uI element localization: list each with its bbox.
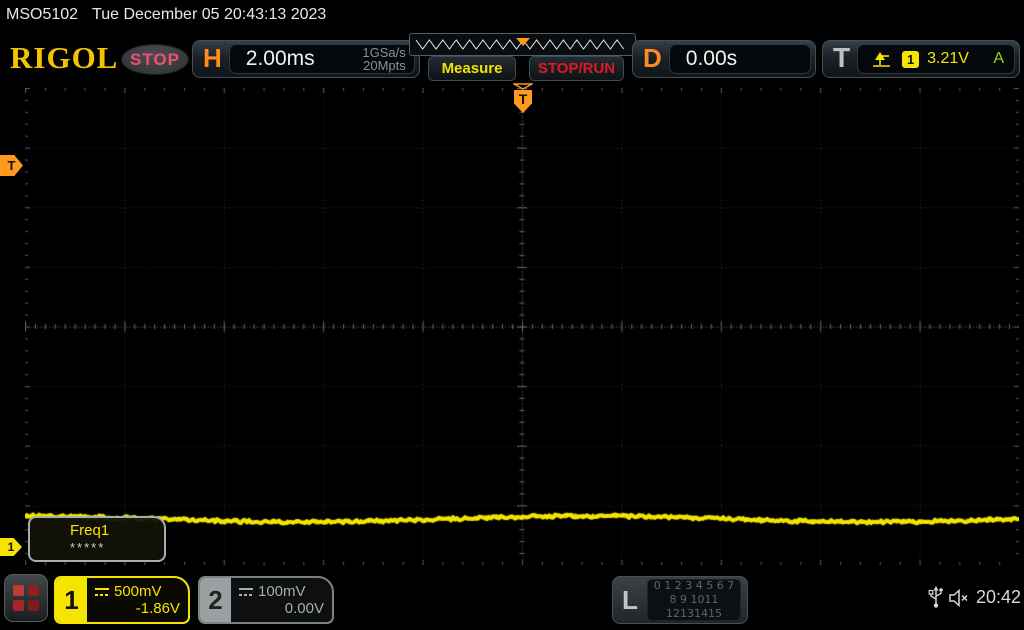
datetime-text: Tue December 05 20:43:13 2023 bbox=[92, 6, 327, 23]
channel1-offset: -1.86V bbox=[135, 600, 180, 617]
logic-label: L bbox=[622, 584, 638, 615]
measurement-item[interactable]: Freq1 ***** bbox=[28, 516, 166, 562]
menu-grid-icon bbox=[13, 600, 24, 611]
run-state-badge: STOP bbox=[121, 44, 189, 75]
menu-button[interactable] bbox=[4, 574, 48, 622]
trigger-level-value: 3.21V bbox=[927, 50, 969, 67]
channel1-tab[interactable]: 1 500mV -1.86V bbox=[54, 576, 190, 624]
rigol-logo: RIGOL bbox=[10, 40, 119, 75]
trigger-box[interactable]: T 1 3.21V A bbox=[822, 40, 1020, 78]
trigger-source-badge: 1 bbox=[902, 50, 920, 68]
channel2-values: 100mV 0.00V bbox=[231, 578, 332, 622]
logic-channels-tab[interactable]: L 0 1 2 3 4 5 6 7 8 9 1011 12131415 bbox=[612, 576, 748, 624]
stop-run-button[interactable]: STOP/RUN bbox=[529, 56, 624, 81]
memory-overview-strip[interactable] bbox=[409, 33, 636, 56]
timebase-box[interactable]: H 2.00ms 1GSa/s 20Mpts bbox=[192, 40, 420, 78]
memory-depth: 20Mpts bbox=[363, 58, 406, 73]
measure-button[interactable]: Measure bbox=[428, 56, 516, 81]
channel2-number: 2 bbox=[200, 578, 231, 622]
measurement-value: ***** bbox=[70, 540, 106, 555]
timebase-value: 2.00ms bbox=[245, 47, 315, 70]
trigger-mode-indicator: A bbox=[993, 50, 1004, 67]
model-name: MSO5102 bbox=[6, 6, 79, 23]
oscilloscope-screen: MSO5102 Tue December 05 20:43:13 2023 RI… bbox=[0, 0, 1024, 630]
clock-text: 20:42 bbox=[976, 587, 1022, 607]
logic-channel-list: 0 1 2 3 4 5 6 7 8 9 1011 12131415 bbox=[647, 579, 741, 621]
logic-row-1: 0 1 2 3 4 5 6 7 bbox=[653, 579, 735, 592]
delay-letter: D bbox=[643, 42, 662, 73]
titlebar: MSO5102 Tue December 05 20:43:13 2023 bbox=[0, 0, 1024, 30]
dc-coupling-icon bbox=[95, 587, 109, 596]
memory-window-marker bbox=[516, 38, 530, 46]
measurement-name: Freq1 bbox=[70, 522, 110, 539]
run-state-label: STOP bbox=[130, 49, 180, 69]
channel1-values: 500mV -1.86V bbox=[87, 578, 188, 622]
acquisition-info: 1GSa/s 20Mpts bbox=[362, 46, 413, 72]
timebase-letter: H bbox=[203, 42, 222, 73]
dc-coupling-icon bbox=[239, 587, 253, 596]
trigger-position-marker[interactable]: T bbox=[513, 83, 533, 113]
menu-grid-icon bbox=[28, 585, 39, 596]
timebase-inner: 2.00ms 1GSa/s 20Mpts bbox=[228, 44, 415, 74]
waveform-display-area[interactable] bbox=[25, 88, 1019, 565]
channel1-number: 1 bbox=[56, 578, 87, 622]
graticule-canvas bbox=[25, 88, 1019, 565]
trigger-position-flag: T bbox=[514, 90, 532, 113]
delay-inner: 0.00s bbox=[668, 44, 811, 74]
channel1-position-marker[interactable]: 1 bbox=[0, 538, 22, 556]
trigger-inner: 1 3.21V A bbox=[857, 44, 1015, 74]
menu-grid-icon bbox=[28, 600, 39, 611]
delay-box[interactable]: D 0.00s bbox=[632, 40, 816, 78]
stop-run-button-label: STOP/RUN bbox=[537, 60, 616, 77]
menu-grid-icon bbox=[13, 585, 24, 596]
usb-icon bbox=[928, 586, 943, 608]
rising-edge-icon bbox=[873, 51, 891, 67]
measure-button-label: Measure bbox=[441, 60, 503, 77]
logic-row-2: 8 9 1011 12131415 bbox=[666, 593, 722, 620]
channel1-scale: 500mV bbox=[114, 583, 162, 600]
trigger-level-marker[interactable]: T bbox=[0, 155, 23, 176]
speaker-muted-icon bbox=[949, 588, 968, 608]
channel2-offset: 0.00V bbox=[284, 600, 324, 617]
trigger-position-arrow-icon bbox=[513, 83, 533, 90]
trigger-letter: T bbox=[833, 42, 851, 73]
channel2-scale: 100mV bbox=[258, 583, 306, 600]
memory-waveform-icon bbox=[415, 38, 625, 50]
channel2-tab[interactable]: 2 100mV 0.00V bbox=[198, 576, 334, 624]
delay-value: 0.00s bbox=[685, 47, 738, 70]
